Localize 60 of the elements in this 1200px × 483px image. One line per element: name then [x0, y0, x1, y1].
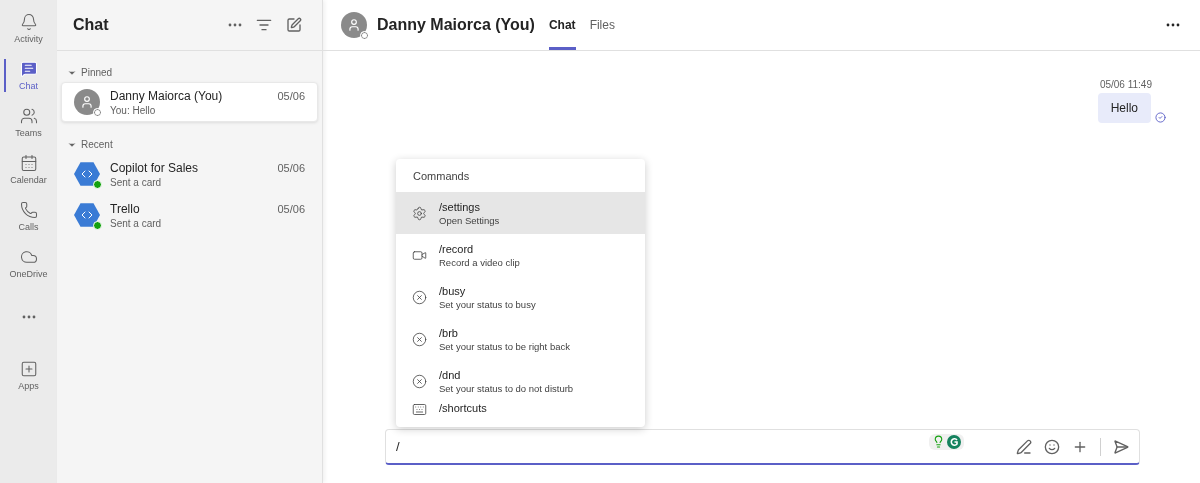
- rail-item[interactable]: Apps: [0, 353, 57, 398]
- chat-item[interactable]: Trello Sent a card 05/06: [61, 195, 318, 235]
- chat-preview: Sent a card: [110, 176, 163, 188]
- chat-item[interactable]: Danny Maiorca (You) You: Hello 05/06: [61, 82, 318, 122]
- menu-title: Commands: [412, 169, 471, 184]
- chat-name: Danny Maiorca (You): [110, 88, 224, 103]
- command-item[interactable]: /settings Open Settings: [396, 192, 645, 234]
- chat-icon: [19, 60, 38, 78]
- tab[interactable]: Files: [589, 0, 615, 50]
- chat-item[interactable]: Copilot for Sales Sent a card 05/06: [61, 154, 318, 194]
- settings-icon: [412, 205, 427, 221]
- cloud-icon: [19, 248, 38, 266]
- message-field[interactable]: /: [385, 429, 1140, 465]
- format-icon[interactable]: [1016, 438, 1032, 455]
- people-icon: [19, 107, 38, 125]
- chat-preview: Sent a card: [110, 217, 163, 229]
- command-item[interactable]: /dnd Set your status to do not disturb: [396, 360, 645, 402]
- chat-date: 05/06: [277, 162, 305, 174]
- panel-title: Chat: [73, 16, 110, 34]
- sent-check-icon: [1155, 112, 1166, 123]
- keyboard-icon: [412, 402, 427, 417]
- command-item[interactable]: /record Record a video clip: [396, 234, 645, 276]
- bot-avatar: [74, 161, 100, 187]
- message-time: 05/06 11:49: [1099, 79, 1152, 90]
- chat-title: Danny Maiorca (You): [377, 16, 535, 34]
- bell-icon: [19, 13, 38, 31]
- calendar-icon: [19, 154, 38, 172]
- more-icon[interactable]: [1166, 23, 1180, 27]
- section-title: Recent: [81, 139, 113, 150]
- chat-date: 05/06: [277, 90, 305, 102]
- chat-name: Copilot for Sales: [110, 160, 200, 175]
- rail-item[interactable]: Chat: [0, 53, 57, 98]
- section-title: Pinned: [81, 67, 113, 78]
- new-chat-icon[interactable]: [286, 17, 302, 33]
- rail-item[interactable]: Calendar: [0, 147, 57, 192]
- emoji-icon[interactable]: [1044, 438, 1060, 455]
- command-item[interactable]: /busy Set your status to busy: [396, 276, 645, 318]
- chat-date: 05/06: [277, 203, 305, 215]
- rail-item[interactable]: OneDrive: [0, 241, 57, 286]
- status-icon: [412, 289, 427, 305]
- avatar: [341, 12, 367, 38]
- status-icon: [412, 373, 427, 389]
- tab[interactable]: Chat: [548, 0, 576, 50]
- send-icon[interactable]: [1113, 438, 1129, 455]
- bot-avatar: [74, 202, 100, 228]
- command-item[interactable]: /shortcuts: [396, 402, 645, 424]
- phone-icon: [19, 201, 38, 219]
- avatar: [74, 89, 100, 115]
- rail-item[interactable]: Activity: [0, 6, 57, 51]
- rail-item[interactable]: Calls: [0, 194, 57, 239]
- command-item[interactable]: /brb Set your status to be right back: [396, 318, 645, 360]
- filter-icon[interactable]: [256, 17, 272, 33]
- chat-preview: You: Hello: [110, 104, 157, 116]
- add-square-icon: [19, 360, 38, 378]
- status-icon: [412, 331, 427, 347]
- message-bubble: Hello: [1097, 93, 1151, 123]
- grammar-icon[interactable]: [947, 435, 961, 449]
- lightbulb-icon[interactable]: [932, 435, 945, 448]
- rail-item[interactable]: Teams: [0, 100, 57, 145]
- chat-name: Trello: [110, 201, 141, 216]
